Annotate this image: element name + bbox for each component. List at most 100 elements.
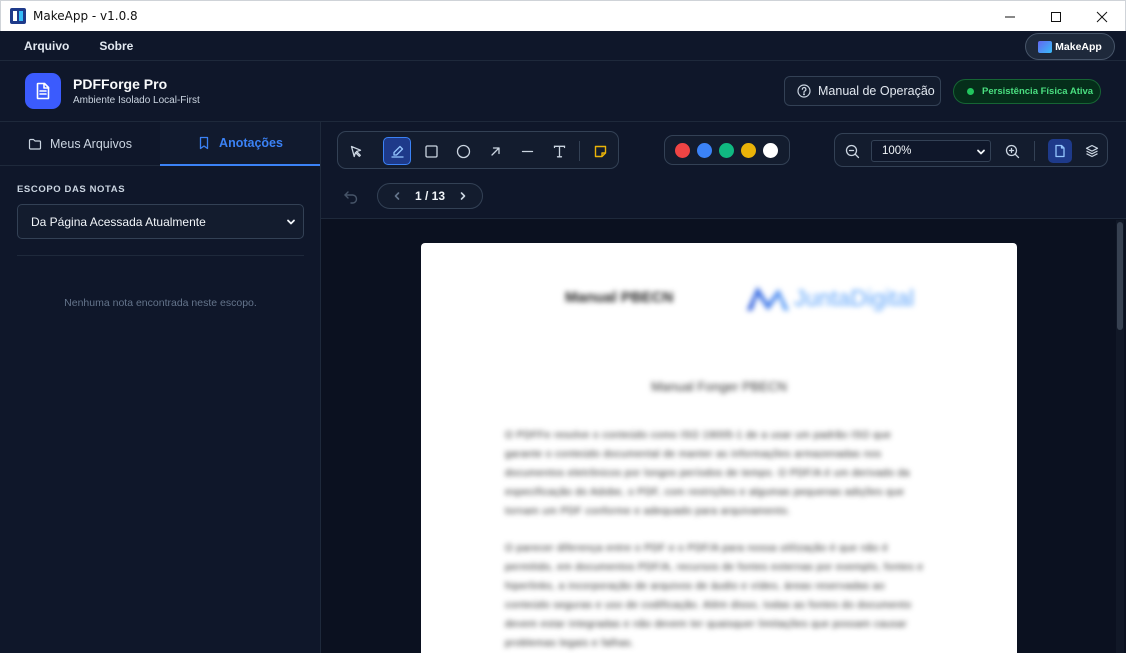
- layers-view-button[interactable]: [1080, 139, 1104, 163]
- doc-text-line: O PDFFe resolve o conteúdo como ISO 1900…: [505, 430, 892, 441]
- color-swatch-green[interactable]: [719, 143, 734, 158]
- doc-text-line: problemas legais e falhas.: [505, 638, 635, 649]
- layers-icon: [1085, 144, 1099, 158]
- highlighter-icon: [390, 145, 404, 158]
- menu-arquivo[interactable]: Arquivo: [24, 39, 69, 53]
- chevron-down-icon: [977, 149, 985, 155]
- chevron-left-icon[interactable]: [392, 191, 402, 201]
- close-icon: [1096, 11, 1108, 22]
- help-circle-icon: [797, 84, 811, 98]
- line-tool-button[interactable]: [513, 137, 541, 165]
- arrow-tool-button[interactable]: [481, 137, 509, 165]
- sticky-note-icon: [594, 145, 606, 157]
- window-titlebar: MakeApp - v1.0.8: [0, 0, 1126, 31]
- pdf-page[interactable]: Manual PBECN JuntaDigital Manual Fonger …: [421, 243, 1017, 653]
- cursor-icon: [350, 145, 361, 157]
- chevron-down-icon: [287, 219, 295, 225]
- sticky-note-tool-button[interactable]: [586, 137, 614, 165]
- tab-meus-arquivos[interactable]: Meus Arquivos: [0, 122, 160, 166]
- bookmark-icon: [199, 136, 209, 150]
- minimize-icon: [1005, 16, 1015, 17]
- chevron-right-icon[interactable]: [458, 191, 468, 201]
- text-icon: [553, 145, 565, 157]
- makeapp-badge[interactable]: MakeApp: [1025, 33, 1115, 60]
- color-picker: [664, 135, 790, 165]
- doc-logo: JuntaDigital: [747, 285, 914, 312]
- zoom-out-icon: [845, 144, 859, 158]
- doc-logo-mark-icon: [747, 286, 789, 311]
- manual-button-label: Manual de Operação: [818, 84, 935, 98]
- status-badge: Persistência Física Ativa: [953, 79, 1101, 104]
- sidebar: Meus Arquivos Anotações ESCOPO DAS NOTAS…: [0, 122, 321, 653]
- zoom-select-value: 100%: [882, 145, 912, 157]
- empty-notes-message: Nenhuma nota encontrada neste escopo.: [64, 297, 257, 309]
- highlight-tool-button[interactable]: [383, 137, 411, 165]
- color-swatch-red[interactable]: [675, 143, 690, 158]
- undo-icon: [344, 191, 358, 204]
- square-icon: [424, 144, 438, 158]
- toolbar-separator: [1034, 141, 1035, 161]
- makeapp-logo-icon: [1038, 40, 1053, 53]
- toolbar-separator: [579, 141, 580, 161]
- status-badge-label: Persistência Física Ativa: [982, 86, 1094, 97]
- file-icon: [1055, 144, 1065, 158]
- ellipse-tool-button[interactable]: [449, 137, 477, 165]
- makeapp-badge-label: MakeApp: [1055, 40, 1102, 53]
- color-swatch-white[interactable]: [763, 143, 778, 158]
- main-area: 100% 1 / 13 Manual PBECN JuntaDigital Ma…: [321, 122, 1126, 653]
- doc-logo-text: JuntaDigital: [794, 285, 915, 311]
- zoom-in-button[interactable]: [1002, 141, 1022, 161]
- doc-text-line: permitido, em documentos PDF/A, recursos…: [505, 562, 924, 573]
- minimize-button[interactable]: [987, 1, 1033, 32]
- maximize-icon: [1051, 11, 1061, 22]
- circle-icon: [456, 144, 470, 158]
- manual-button[interactable]: Manual de Operação: [784, 76, 941, 106]
- doc-text-line: garante o conteúdo documental de manter …: [505, 449, 882, 460]
- zoom-in-icon: [1005, 144, 1019, 158]
- doc-header-title: Manual PBECN: [565, 289, 674, 306]
- doc-title: Manual Fonger PBECN: [651, 379, 787, 394]
- arrow-up-right-icon: [490, 146, 500, 156]
- tab-anotacoes[interactable]: Anotações: [160, 122, 320, 166]
- scope-select-value: Da Página Acessada Atualmente: [31, 214, 206, 229]
- menu-bar: Arquivo Sobre MakeApp: [0, 31, 1126, 61]
- text-tool-button[interactable]: [545, 137, 573, 165]
- doc-text-line: documentos eletrônicos por longos períod…: [505, 468, 910, 479]
- app-logo-icon: [10, 8, 26, 24]
- color-swatch-yellow[interactable]: [741, 143, 756, 158]
- scrollbar-thumb[interactable]: [1117, 222, 1123, 330]
- scope-select[interactable]: Da Página Acessada Atualmente: [17, 204, 304, 239]
- window-title: MakeApp - v1.0.8: [33, 9, 138, 23]
- app-subtitle: Ambiente Isolado Local-First: [73, 95, 200, 106]
- maximize-button[interactable]: [1033, 1, 1079, 32]
- folder-icon: [28, 138, 42, 150]
- select-tool-button[interactable]: [342, 137, 370, 165]
- close-button[interactable]: [1079, 1, 1125, 32]
- vertical-scrollbar[interactable]: [1116, 220, 1124, 653]
- scope-label: ESCOPO DAS NOTAS: [17, 184, 126, 195]
- single-page-view-button[interactable]: [1048, 139, 1072, 163]
- tab-anotacoes-label: Anotações: [219, 136, 283, 150]
- page-indicator: 1 / 13: [414, 189, 446, 203]
- doc-text-line: O parecer diferença entre o PDF e o PDF/…: [505, 543, 889, 554]
- doc-text-line: especificação do Adobe, o PDF, com restr…: [505, 487, 905, 498]
- color-swatch-blue[interactable]: [697, 143, 712, 158]
- divider: [17, 255, 304, 256]
- doc-text-line: tornam um PDF conforme e adequado para a…: [505, 506, 791, 517]
- minus-icon: [521, 150, 533, 152]
- zoom-controls: 100%: [834, 133, 1108, 167]
- doc-text-line: conteúdo seguras e uso de codificação. A…: [505, 600, 912, 611]
- doc-text-line: hiperlinks, a incorporação de arquivos d…: [505, 581, 885, 592]
- document-viewport[interactable]: Manual PBECN JuntaDigital Manual Fonger …: [321, 220, 1126, 653]
- zoom-out-button[interactable]: [842, 141, 862, 161]
- page-navigator: 1 / 13: [377, 183, 483, 209]
- doc-text-line: devem estar integradas e não devem ter q…: [505, 619, 908, 630]
- rectangle-tool-button[interactable]: [417, 137, 445, 165]
- sidebar-tabs: Meus Arquivos Anotações: [0, 122, 320, 166]
- zoom-select[interactable]: 100%: [871, 140, 991, 162]
- annotation-toolbar: 100% 1 / 13: [321, 122, 1126, 219]
- undo-button[interactable]: [343, 188, 359, 204]
- tab-meus-arquivos-label: Meus Arquivos: [50, 137, 132, 151]
- document-icon: [25, 73, 61, 109]
- menu-sobre[interactable]: Sobre: [99, 39, 133, 53]
